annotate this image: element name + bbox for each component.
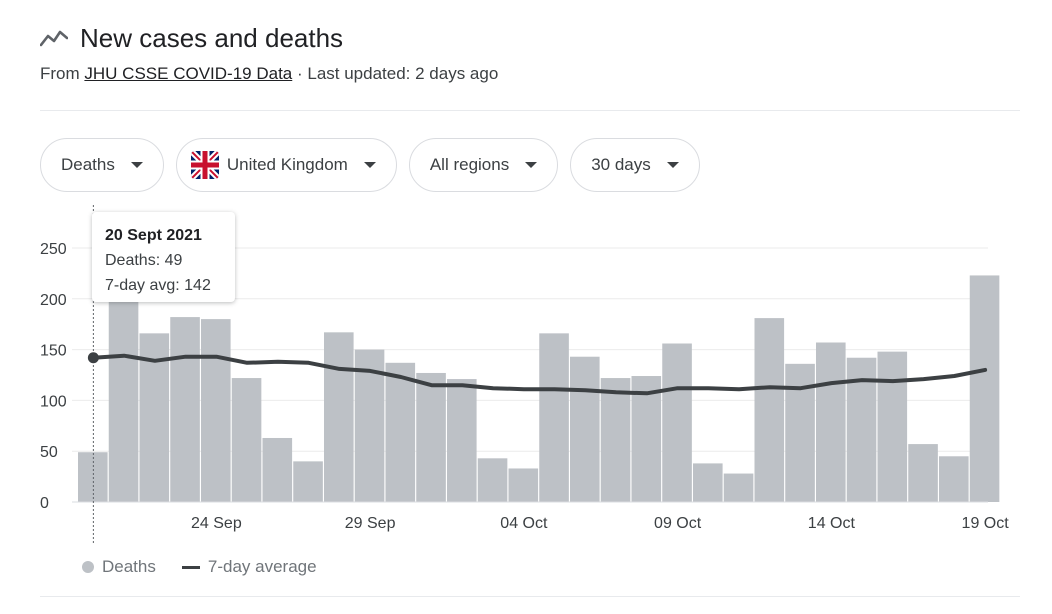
bar (201, 319, 231, 502)
bar (877, 351, 908, 502)
tooltip-deaths: Deaths: 49 (105, 252, 183, 269)
x-tick-label: 29 Sep (345, 515, 396, 532)
footer-divider (40, 596, 1020, 597)
bar (385, 362, 416, 502)
y-tick-label: 150 (40, 343, 67, 360)
bar (600, 378, 631, 502)
filter-bar: Deaths United Kingdom All regions 30 day… (40, 138, 700, 192)
bar (508, 468, 539, 502)
chevron-down-icon (525, 162, 538, 168)
bar (693, 463, 723, 502)
bar (447, 379, 477, 502)
uk-flag-icon (190, 151, 219, 179)
header-divider (40, 110, 1020, 111)
metric-dropdown-label: Deaths (61, 155, 115, 174)
card-header: New cases and deaths From JHU CSSE COVID… (40, 22, 1020, 83)
tooltip-date: 20 Sept 2021 (105, 227, 202, 244)
chart-tooltip: 20 Sept 2021 Deaths: 49 7-day avg: 142 (92, 212, 235, 302)
y-tick-label: 200 (40, 292, 67, 309)
average-legend-label: 7-day average (207, 557, 317, 576)
source-link[interactable]: JHU CSSE COVID-19 Data (84, 64, 292, 83)
bar (170, 317, 200, 502)
bar (662, 343, 692, 502)
x-tick-label: 04 Oct (500, 515, 548, 532)
bar (108, 295, 139, 502)
country-dropdown[interactable]: United Kingdom (175, 138, 397, 192)
bar (816, 342, 846, 502)
source-line: From JHU CSSE COVID-19 Data · Last updat… (40, 64, 498, 84)
bar (723, 473, 754, 502)
region-dropdown[interactable]: All regions (408, 138, 559, 192)
region-dropdown-label: All regions (429, 155, 510, 174)
highlight-point (87, 352, 99, 364)
x-tick-label: 24 Sep (191, 515, 242, 532)
chevron-down-icon (363, 162, 376, 168)
bar (416, 372, 446, 502)
page-title: New cases and deaths (80, 22, 344, 53)
last-updated: · Last updated: 2 days ago (296, 64, 499, 83)
bar (231, 378, 262, 502)
range-dropdown-label: 30 days (591, 155, 651, 174)
bar (293, 461, 323, 502)
x-tick-label: 14 Oct (808, 515, 856, 532)
y-tick-label: 250 (40, 241, 67, 258)
average-legend-swatch (181, 565, 200, 569)
y-tick-label: 100 (40, 393, 67, 410)
from-label: From (40, 64, 80, 83)
chevron-down-icon (666, 162, 679, 168)
metric-dropdown[interactable]: Deaths (40, 138, 164, 192)
deaths-legend-swatch (82, 561, 94, 573)
range-dropdown[interactable]: 30 days (570, 138, 700, 192)
chart-legend: Deaths 7-day average (82, 557, 317, 577)
bar (908, 444, 938, 502)
tooltip-average: 7-day avg: 142 (105, 277, 211, 294)
chevron-down-icon (130, 162, 143, 168)
bar (570, 356, 600, 502)
bar (324, 332, 354, 502)
deaths-legend-label: Deaths (102, 557, 156, 576)
bar (939, 456, 969, 502)
bar (969, 275, 1000, 502)
bar (477, 458, 508, 502)
y-tick-label: 0 (40, 495, 49, 512)
bar (754, 318, 785, 502)
country-dropdown-label: United Kingdom (226, 155, 348, 174)
trend-line-icon (40, 30, 68, 47)
bar (539, 333, 569, 502)
title-row: New cases and deaths (40, 22, 1020, 54)
x-tick-label: 09 Oct (654, 515, 702, 532)
bar (262, 437, 293, 502)
x-tick-label: 19 Oct (962, 515, 1010, 532)
bar (78, 452, 108, 502)
y-tick-label: 50 (40, 444, 58, 461)
